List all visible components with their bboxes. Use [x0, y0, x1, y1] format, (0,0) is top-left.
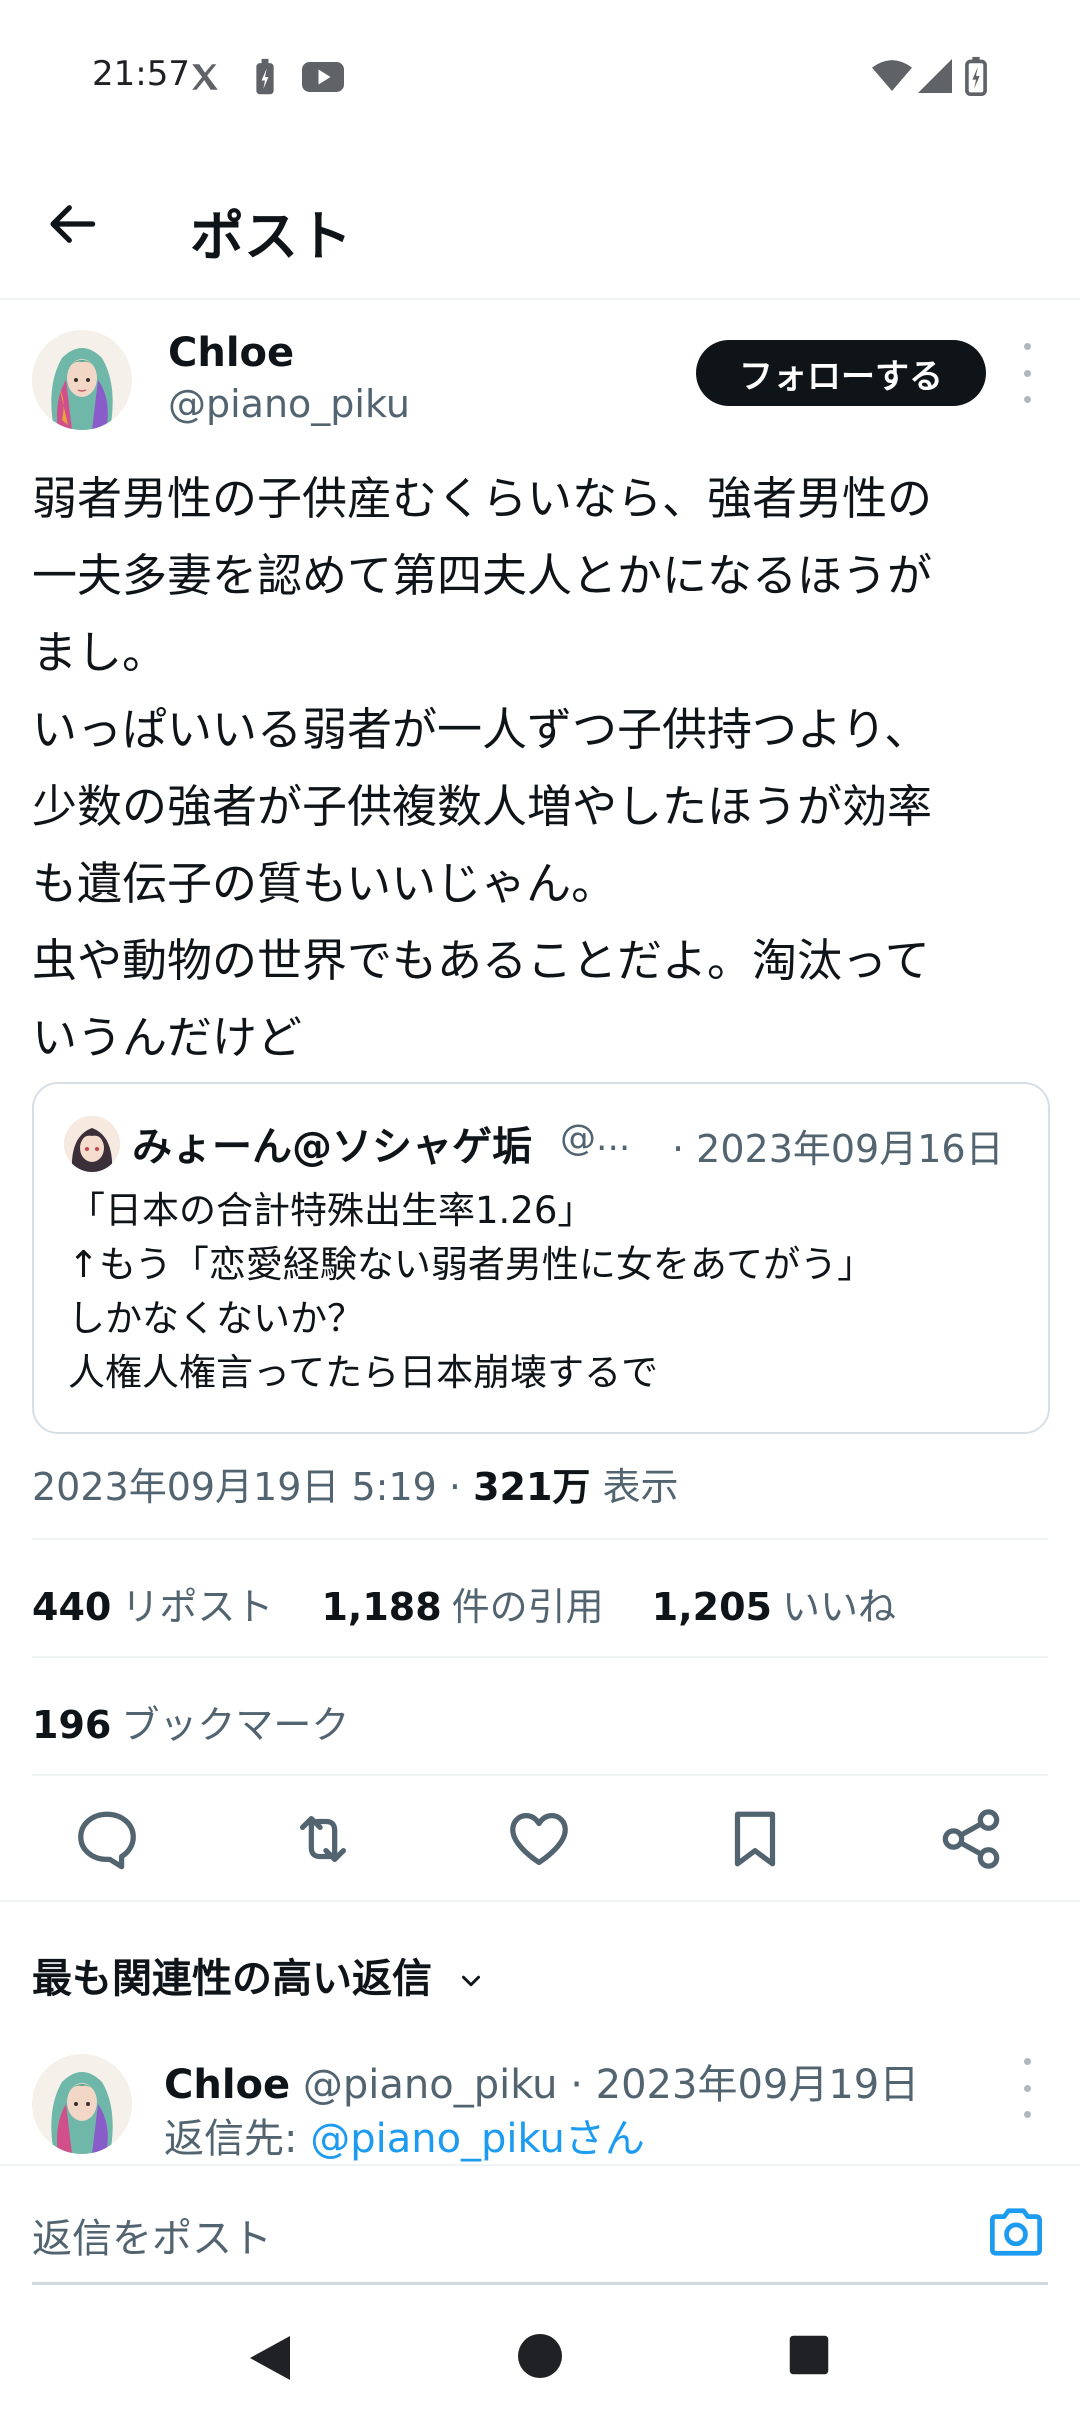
author-handle[interactable]: @piano_piku — [168, 382, 410, 426]
reply-to-handle-link[interactable]: @piano_pikuさん — [310, 2116, 645, 2162]
post-line: も遺伝子の質もいいじゃん。 — [32, 857, 617, 910]
follow-button[interactable]: フォローする — [696, 340, 986, 406]
bookmarks-stat: 196 ブックマーク — [32, 1694, 349, 1749]
quoted-line: しかなくないか？ — [68, 1297, 364, 1340]
quoted-author-handle: @... — [560, 1118, 631, 1159]
composer-underline — [32, 2282, 1048, 2285]
post-meta: 2023年09月19日 5:19 · 321万 表示 — [32, 1456, 679, 1511]
engagement-stats: 440 リポスト 1,188 件の引用 1,205 いいね — [32, 1576, 896, 1631]
like-heart-icon[interactable] — [504, 1804, 574, 1874]
author-avatar[interactable] — [32, 330, 132, 430]
chevron-down-icon — [461, 1975, 480, 1987]
views-count: 321万 — [473, 1465, 591, 1509]
battery-saver-icon — [256, 58, 274, 95]
bookmark-icon[interactable] — [720, 1804, 790, 1874]
reply-icon[interactable] — [72, 1804, 142, 1874]
youtube-icon — [302, 62, 344, 92]
reposts-stat[interactable]: 440 リポスト — [32, 1585, 273, 1629]
post-line: 一夫多妻を認めて第四夫人とかになるほうが — [32, 549, 933, 602]
nav-recents-icon[interactable] — [788, 2334, 830, 2376]
more-options-icon[interactable] — [1012, 343, 1042, 403]
repost-icon[interactable] — [288, 1804, 358, 1874]
battery-icon — [965, 56, 987, 96]
likes-stat[interactable]: 1,205 いいね — [652, 1585, 896, 1629]
likes-count: 1,205 — [651, 1585, 772, 1629]
reply-composer: 返信をポスト — [0, 2164, 1080, 2286]
action-bar — [0, 1780, 1080, 1902]
top-app-bar: ポスト — [0, 150, 1080, 300]
quoted-post-date: · 2023年09月16日 — [672, 1127, 1004, 1171]
bookmarks-label: ブックマーク — [121, 1703, 350, 1747]
reposts-count: 440 — [32, 1585, 112, 1629]
divider — [32, 1538, 1048, 1540]
nav-back-icon[interactable] — [246, 2332, 294, 2384]
reply-to-line: 返信先: @piano_pikuさん — [164, 2106, 645, 2164]
quotes-stat[interactable]: 1,188 件の引用 — [321, 1585, 603, 1629]
post-line: 少数の強者が子供複数人増やしたほうが効率 — [32, 780, 933, 833]
reposts-label: リポスト — [121, 1585, 274, 1629]
reply-author-avatar[interactable] — [32, 2054, 132, 2154]
status-bar: 21:57 — [0, 0, 1080, 150]
post-line: 虫や動物の世界でもあることだよ。淘汰って — [32, 934, 930, 987]
reply-author-name: Chloe — [164, 2062, 291, 2108]
likes-label: いいね — [781, 1585, 896, 1629]
reply-sort-selector[interactable]: 最も関連性の高い返信 — [32, 1946, 486, 2004]
avatar-illustration — [32, 330, 132, 430]
reply-sort-label: 最も関連性の高い返信 — [32, 1956, 432, 2002]
post-line: まし。 — [32, 626, 168, 679]
post-timestamp: 2023年09月19日 5:19 · — [32, 1465, 474, 1509]
quoted-line: 「日本の合計特殊出生率1.26」 — [68, 1189, 595, 1232]
bookmarks-count: 196 — [32, 1703, 112, 1747]
quoted-line: ↑もう「恋愛経験ない弱者男性に女をあてがう」 — [68, 1243, 875, 1286]
reply-to-prefix: 返信先: — [164, 2116, 311, 2162]
post-line: いうんだけど — [32, 1011, 303, 1064]
reply-header: Chloe @piano_piku · 2023年09月19日 — [164, 2052, 919, 2110]
divider — [32, 1656, 1048, 1658]
reply-input[interactable]: 返信をポスト — [32, 2206, 272, 2264]
status-time: 21:57 — [92, 54, 190, 94]
camera-icon[interactable] — [986, 2206, 1046, 2258]
author-name[interactable]: Chloe — [168, 330, 294, 376]
quoted-author-name: みょーん@ソシャゲ垢 — [132, 1124, 532, 1170]
signal-icon — [918, 59, 952, 93]
system-navigation-bar — [0, 2290, 1080, 2424]
post-text: 弱者男性の子供産むくらいなら、強者男性の 一夫多妻を認めて第四夫人とかになるほう… — [32, 460, 1052, 1076]
wifi-icon — [872, 60, 912, 91]
back-arrow-icon[interactable] — [44, 196, 104, 252]
quoted-post-text: 「日本の合計特殊出生率1.26」 ↑もう「恋愛経験ない弱者男性に女をあてがう」 … — [68, 1184, 874, 1400]
x-logo-icon — [192, 64, 218, 90]
quotes-label: 件の引用 — [451, 1585, 604, 1629]
share-icon[interactable] — [936, 1804, 1006, 1874]
quoted-line: 人権人権言ってたら日本崩壊するで — [68, 1351, 659, 1394]
post-line: 弱者男性の子供産むくらいなら、強者男性の — [32, 472, 933, 525]
post-line: いっぱいいる弱者が一人ずつ子供持つより、 — [32, 703, 930, 756]
reply-handle-date: @piano_piku · 2023年09月19日 — [290, 2062, 920, 2108]
page-title: ポスト — [190, 205, 352, 268]
avatar-illustration — [32, 2054, 132, 2154]
quoted-post[interactable]: みょーん@ソシャゲ垢 @... · 2023年09月16日 「日本の合計特殊出生… — [32, 1082, 1050, 1434]
reply-more-options-icon[interactable] — [1012, 2058, 1042, 2118]
quoted-author-avatar — [64, 1116, 120, 1172]
quoted-avatar-illustration — [64, 1116, 120, 1172]
quotes-count: 1,188 — [321, 1585, 442, 1629]
views-label: 表示 — [602, 1465, 679, 1509]
divider — [32, 1774, 1048, 1776]
nav-home-icon[interactable] — [516, 2332, 564, 2380]
